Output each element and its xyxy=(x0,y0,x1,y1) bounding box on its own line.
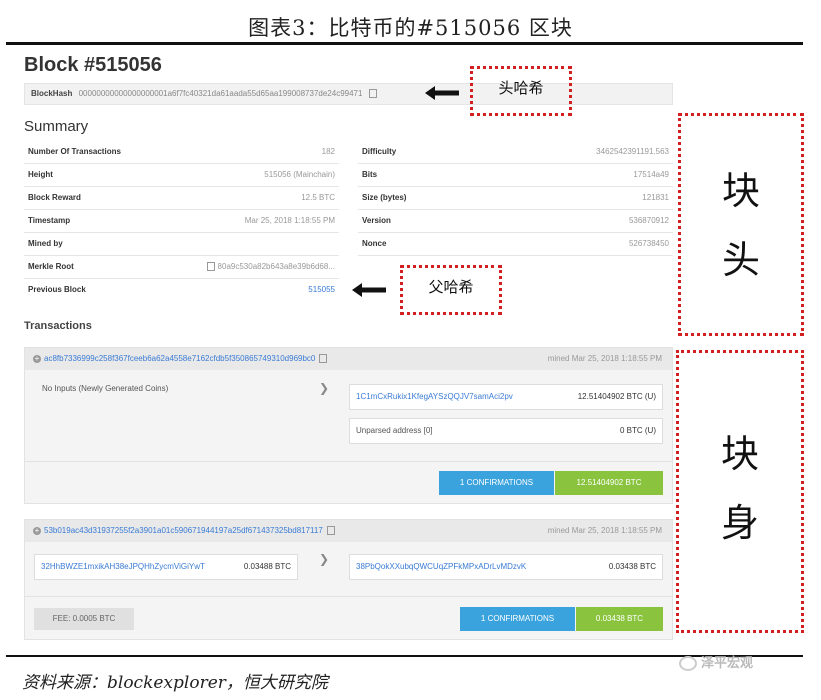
divider xyxy=(25,596,672,597)
merkle-root-value: 80a9c530a82b643a8e39b6d68... xyxy=(217,262,335,271)
figure-caption: 图表3：比特币的#515056 区块 xyxy=(248,16,573,40)
summary-row: Difficulty 3462542391191.563 xyxy=(358,141,673,164)
total-amount-button[interactable]: 12.51404902 BTC xyxy=(555,471,663,495)
header-hash-annotation: 头哈希 xyxy=(470,66,572,116)
summary-row: Size (bytes) 121831 xyxy=(358,187,673,210)
summary-row: Timestamp Mar 25, 2018 1:18:55 PM xyxy=(24,210,339,233)
coinbase-input: No Inputs (Newly Generated Coins) xyxy=(42,384,169,393)
block-header-annotation: 块 头 xyxy=(678,113,804,336)
summary-title: Summary xyxy=(24,118,89,135)
copy-icon[interactable] xyxy=(206,262,215,272)
summary-left-table: Number Of Transactions 182 Height 515056 (… xyxy=(24,141,339,301)
source-note: 资料来源：blockexplorer，恒大研究院 xyxy=(22,673,328,693)
output-amount: 12.51404902 BTC (U) xyxy=(577,392,656,401)
input-amount: 0.03488 BTC xyxy=(243,562,291,571)
summary-row: Mined by xyxy=(24,233,339,256)
transaction-card: +53b019ac43d31937255f2a3901a01c590671944… xyxy=(24,519,673,640)
confirmations-button[interactable]: 1 CONFIRMATIONS xyxy=(439,471,554,495)
output-row: 38PbQokXXubqQWCUqZPFkMPxADrLvMDzvK 0.034… xyxy=(349,554,663,580)
copy-icon[interactable] xyxy=(326,526,335,536)
transactions-title: Transactions xyxy=(24,320,92,332)
mined-time: mined Mar 25, 2018 1:18:55 PM xyxy=(547,526,662,535)
output-address-link[interactable]: 1C1mCxRukix1KfegAYSzQQJV7samAci2pv xyxy=(356,385,513,409)
summary-row: Block Reward 12.5 BTC xyxy=(24,187,339,210)
transaction-card: + ac8fb7336999c258f367fceeb6a62a4558e7162… xyxy=(24,347,673,504)
output-address-link[interactable]: 38PbQokXXubqQWCUqZPFkMPxADrLvMDzvK xyxy=(356,555,526,579)
confirmations-button[interactable]: 1 CONFIRMATIONS xyxy=(460,607,575,631)
arrow-left-icon xyxy=(425,86,459,100)
output-amount: 0 BTC (U) xyxy=(620,426,656,435)
blockhash-value[interactable]: 00000000000000000001a6f7fc40321da61aada5… xyxy=(79,89,363,98)
output-address: Unparsed address [0] xyxy=(356,426,433,435)
summary-row: Version 536870912 xyxy=(358,210,673,233)
summary-row: Merkle Root 80a9c530a82b643a8e39b6d68... xyxy=(24,256,339,279)
summary-row: Nonce 526738450 xyxy=(358,233,673,256)
divider xyxy=(25,461,672,462)
chevron-right-icon: ❯ xyxy=(319,381,330,395)
top-rule xyxy=(6,42,803,45)
summary-row: Previous Block 515055 xyxy=(24,279,339,301)
total-amount-button[interactable]: 0.03438 BTC xyxy=(576,607,663,631)
transaction-header: + ac8fb7336999c258f367fceeb6a62a4558e7162… xyxy=(25,348,672,370)
wechat-icon xyxy=(679,656,697,672)
summary-right-table: Difficulty 3462542391191.563 Bits 17514a49… xyxy=(358,141,673,256)
block-header-char: 块 xyxy=(721,169,760,213)
block-header-char: 头 xyxy=(721,238,760,282)
blockhash-label: BlockHash xyxy=(31,89,73,98)
chevron-right-icon: ❯ xyxy=(319,552,330,566)
output-amount: 0.03438 BTC xyxy=(608,562,656,571)
copy-icon[interactable] xyxy=(368,89,377,99)
block-body-annotation: 块 身 xyxy=(676,350,804,633)
block-body-char: 身 xyxy=(720,501,759,545)
transaction-hash-link[interactable]: 53b019ac43d31937255f2a3901a01c5906719441… xyxy=(44,526,323,535)
copy-icon[interactable] xyxy=(319,354,328,364)
block-title: Block #515056 xyxy=(24,54,162,76)
mined-time: mined Mar 25, 2018 1:18:55 PM xyxy=(547,354,662,363)
parent-hash-annotation: 父哈希 xyxy=(400,265,502,315)
output-row: 1C1mCxRukix1KfegAYSzQQJV7samAci2pv 12.51… xyxy=(349,384,663,410)
input-address-link[interactable]: 32HhBWZE1mxikAH38eJPQHhZycmViGiYwT xyxy=(41,555,205,579)
transaction-hash-link[interactable]: ac8fb7336999c258f367fceeb6a62a4558e7162c… xyxy=(44,354,315,363)
blockhash-bar: BlockHash 00000000000000000001a6f7fc4032… xyxy=(24,83,673,105)
expand-icon[interactable]: + xyxy=(33,354,41,363)
previous-block-link[interactable]: 515055 xyxy=(308,279,335,301)
summary-row: Bits 17514a49 xyxy=(358,164,673,187)
summary-row: Height 515056 (Mainchain) xyxy=(24,164,339,187)
watermark: 泽平宏观 xyxy=(679,652,754,672)
output-row: Unparsed address [0] 0 BTC (U) xyxy=(349,418,663,444)
fee-badge: FEE: 0.0005 BTC xyxy=(34,608,134,630)
transaction-header: +53b019ac43d31937255f2a3901a01c590671944… xyxy=(25,520,672,542)
input-row: 32HhBWZE1mxikAH38eJPQHhZycmViGiYwT 0.034… xyxy=(34,554,298,580)
block-body-char: 块 xyxy=(720,432,759,476)
expand-icon[interactable]: + xyxy=(33,526,41,535)
summary-row: Number Of Transactions 182 xyxy=(24,141,339,164)
watermark-text: 泽平宏观 xyxy=(701,655,754,670)
arrow-left-icon xyxy=(352,283,386,297)
